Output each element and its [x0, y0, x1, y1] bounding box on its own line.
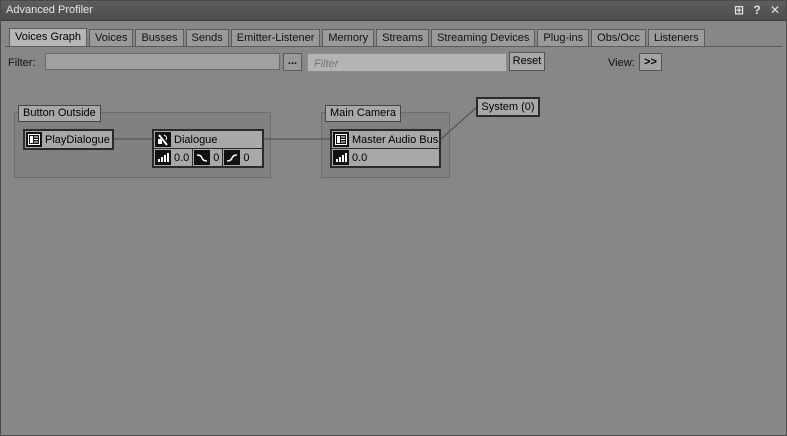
- filter-label: Filter:: [8, 57, 36, 69]
- sound-node[interactable]: Dialogue 0.0 0 0: [152, 129, 264, 168]
- sound-node-label: Dialogue: [174, 133, 218, 146]
- view-expand-button[interactable]: >>: [639, 53, 662, 71]
- tab-streams[interactable]: Streams: [376, 29, 430, 47]
- tab-listeners[interactable]: Listeners: [647, 29, 705, 47]
- close-icon[interactable]: ✕: [768, 3, 782, 18]
- tab-voices-graph[interactable]: Voices Graph: [9, 28, 88, 47]
- filter-object-field[interactable]: [45, 53, 280, 70]
- tab-obs-occ[interactable]: Obs/Occ: [591, 29, 646, 47]
- tab-bar: Voices Graph Voices Busses Sends Emitter…: [9, 28, 707, 47]
- filter-input[interactable]: [307, 53, 507, 72]
- tab-divider: [5, 46, 782, 47]
- tab-busses[interactable]: Busses: [135, 29, 184, 47]
- titlebar: Advanced Profiler ⊞ ? ✕: [1, 1, 786, 21]
- tab-emitter-listener[interactable]: Emitter-Listener: [230, 29, 321, 47]
- volume-icon: [155, 150, 171, 165]
- browse-button[interactable]: ...: [283, 53, 302, 71]
- group-label-button-outside: Button Outside: [18, 105, 101, 122]
- bus-node-label: Master Audio Bus: [352, 133, 439, 146]
- bus-volume-value: 0.0: [352, 151, 368, 164]
- volume-icon: [333, 150, 349, 165]
- sound-lowpass-value: 0: [213, 151, 220, 164]
- sound-volume-value: 0.0: [174, 151, 190, 164]
- tab-sends[interactable]: Sends: [185, 29, 229, 47]
- event-node[interactable]: PlayDialogue: [23, 129, 114, 150]
- tab-plug-ins[interactable]: Plug-ins: [537, 29, 590, 47]
- bus-icon: [333, 132, 349, 147]
- group-label-main-camera: Main Camera: [325, 105, 402, 122]
- window-title: Advanced Profiler: [6, 4, 93, 16]
- bus-node[interactable]: Master Audio Bus 0.0: [330, 129, 441, 168]
- tab-voices[interactable]: Voices: [89, 29, 134, 47]
- tab-streaming-devices[interactable]: Streaming Devices: [431, 29, 536, 47]
- help-icon[interactable]: ?: [750, 3, 764, 18]
- event-node-label: PlayDialogue: [45, 133, 110, 146]
- tab-memory[interactable]: Memory: [322, 29, 375, 47]
- lowpass-icon: [194, 150, 211, 165]
- system-node[interactable]: System (0): [476, 97, 540, 117]
- window-controls: ⊞ ? ✕: [732, 3, 782, 18]
- highpass-icon: [224, 150, 241, 165]
- lowpass-cell: 0: [193, 149, 224, 166]
- layout-icon[interactable]: ⊞: [732, 3, 746, 18]
- sound-highpass-value: 0: [243, 151, 250, 164]
- volume-cell: 0.0: [154, 149, 194, 166]
- sound-icon: [155, 132, 171, 147]
- view-label: View:: [608, 57, 635, 69]
- highpass-cell: 0: [223, 149, 252, 166]
- advanced-profiler-window: Advanced Profiler ⊞ ? ✕ Voices Graph Voi…: [0, 0, 787, 436]
- reset-button[interactable]: Reset: [509, 52, 545, 71]
- event-icon: [26, 132, 42, 147]
